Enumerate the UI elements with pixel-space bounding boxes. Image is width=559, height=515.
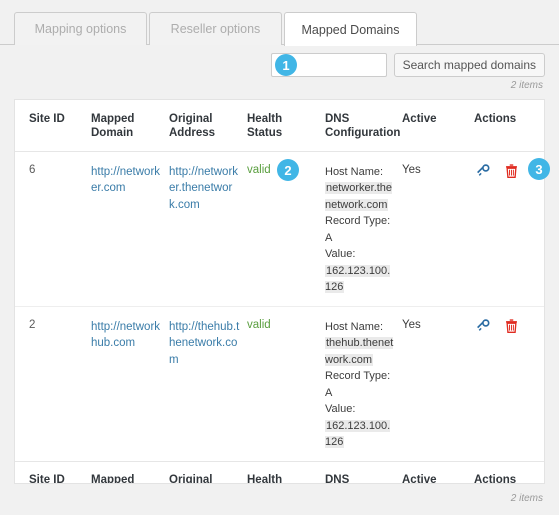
dns-record-type-value: A: [325, 386, 333, 399]
column-footer-actions[interactable]: Actions: [474, 461, 544, 483]
health-status-value: valid: [247, 163, 271, 176]
annotation-marker-2: 2: [277, 159, 299, 181]
tab-reseller-options[interactable]: Reseller options: [149, 12, 282, 45]
column-header-mapped-domain[interactable]: Mapped Domain: [91, 100, 169, 151]
column-footer-dns-configuration[interactable]: DNS Configuration: [325, 461, 402, 483]
dns-host-value: networker.thenetwork.com: [325, 182, 393, 211]
cell-dns-configuration: Host Name: thehub.thenetwork.com Record …: [325, 306, 402, 461]
dns-record-type-value: A: [325, 231, 333, 244]
column-header-dns-configuration[interactable]: DNS Configuration: [325, 100, 402, 151]
table-footer-row: Site ID Mapped Domain Original Address H…: [15, 461, 544, 483]
tab-mapping-options-label: Mapping options: [34, 22, 127, 36]
dns-host-label: Host Name:: [325, 320, 384, 333]
column-footer-site-id[interactable]: Site ID: [15, 461, 91, 483]
dns-host-label: Host Name:: [325, 165, 384, 178]
dns-details: Host Name: networker.thenetwork.com Reco…: [325, 164, 396, 296]
column-header-actions[interactable]: Actions: [474, 100, 544, 151]
annotation-marker-1: 1: [275, 54, 297, 76]
cell-mapped-domain: http://networkhub.com: [91, 306, 169, 461]
dns-host-value: thehub.thenetwork.com: [325, 337, 394, 366]
table-body: 6 http://networker.com http://networker.…: [15, 151, 544, 461]
search-bar: Search mapped domains: [270, 53, 545, 77]
column-header-health-status[interactable]: Health Status: [247, 100, 325, 151]
tab-mapping-options[interactable]: Mapping options: [14, 12, 147, 45]
health-status-value: valid: [247, 318, 271, 331]
dns-record-type-label: Record Type:: [325, 215, 391, 228]
cell-site-id: 2: [29, 318, 36, 331]
cell-original-address: http://networker.thenetwork.com: [169, 151, 247, 306]
search-mapped-domains-button[interactable]: Search mapped domains: [393, 53, 545, 77]
original-address-link[interactable]: http://networker.thenetwork.com: [169, 166, 238, 211]
column-footer-active[interactable]: Active: [402, 461, 474, 483]
tab-mapped-domains[interactable]: Mapped Domains: [284, 12, 417, 46]
column-footer-original-address[interactable]: Original Address: [169, 461, 247, 483]
table-row: 2 http://networkhub.com http://thehub.th…: [15, 306, 544, 461]
key-icon[interactable]: [476, 319, 490, 333]
cell-site-id: 6: [29, 163, 36, 176]
mapped-domain-link[interactable]: http://networkhub.com: [91, 321, 160, 350]
tab-strip: Mapping options Reseller options Mapped …: [0, 12, 559, 46]
column-header-original-address[interactable]: Original Address: [169, 100, 247, 151]
key-icon[interactable]: [476, 164, 490, 178]
dns-value-value: 162.123.100.126: [325, 264, 391, 294]
dns-value-label: Value:: [325, 248, 356, 261]
mapped-domain-link[interactable]: http://networker.com: [91, 166, 160, 195]
trash-icon[interactable]: [505, 164, 518, 178]
cell-health-status: valid: [247, 306, 325, 461]
column-footer-health-status[interactable]: Health Status: [247, 461, 325, 483]
cell-actions: [474, 306, 544, 461]
tab-reseller-options-label: Reseller options: [170, 22, 261, 36]
cell-dns-configuration: Host Name: networker.thenetwork.com Reco…: [325, 151, 402, 306]
dns-record-type-label: Record Type:: [325, 370, 391, 383]
cell-active: Yes: [402, 306, 474, 461]
table-foot: Site ID Mapped Domain Original Address H…: [15, 461, 544, 483]
trash-icon[interactable]: [505, 319, 518, 333]
items-count-top: 2 items: [510, 80, 543, 91]
dns-value-value: 162.123.100.126: [325, 419, 391, 449]
table-header-row: Site ID Mapped Domain Original Address H…: [15, 100, 544, 152]
mapped-domains-table: Site ID Mapped Domain Original Address H…: [15, 100, 544, 483]
original-address-link[interactable]: http://thehub.thenetwork.com: [169, 321, 239, 366]
active-value: Yes: [402, 318, 421, 331]
tab-mapped-domains-label: Mapped Domains: [301, 22, 400, 37]
cell-mapped-domain: http://networker.com: [91, 151, 169, 306]
table-head: Site ID Mapped Domain Original Address H…: [15, 100, 544, 152]
annotation-marker-3: 3: [528, 158, 550, 180]
mapped-domains-table-panel: Site ID Mapped Domain Original Address H…: [14, 99, 545, 484]
cell-original-address: http://thehub.thenetwork.com: [169, 306, 247, 461]
column-footer-mapped-domain[interactable]: Mapped Domain: [91, 461, 169, 483]
column-header-site-id[interactable]: Site ID: [15, 100, 91, 151]
items-count-bottom: 2 items: [510, 493, 543, 504]
cell-active: Yes: [402, 151, 474, 306]
dns-value-label: Value:: [325, 403, 356, 416]
dns-details: Host Name: thehub.thenetwork.com Record …: [325, 319, 396, 451]
column-header-active[interactable]: Active: [402, 100, 474, 151]
active-value: Yes: [402, 163, 421, 176]
